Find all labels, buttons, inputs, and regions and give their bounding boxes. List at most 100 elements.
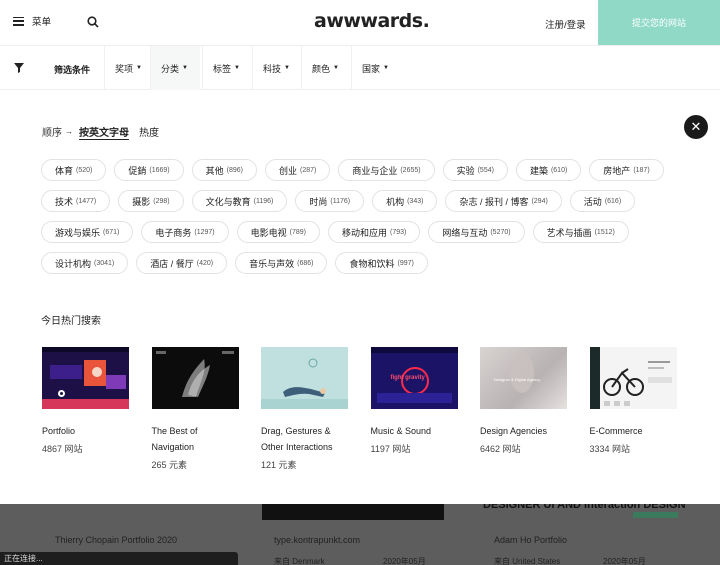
category-tag[interactable]: 杂志 / 报刊 / 博客 (294) — [445, 190, 562, 212]
hot-card-navigation[interactable]: The Best of Navigation 265 元素 — [151, 347, 239, 471]
category-tag[interactable]: 音乐与声效 (686) — [235, 252, 328, 274]
category-tag[interactable]: 摄影 (298) — [118, 190, 184, 212]
category-tags: 体育 (520) 促銷 (1669) 其他 (896) 创业 (287) 商业与企业 (2655)… — [41, 159, 691, 283]
category-tag[interactable]: 电子商务 (1297) — [141, 221, 229, 243]
background-item-title: Thierry Chopain Portfolio 2020 — [55, 535, 178, 545]
caret-down-icon: ▼ — [383, 65, 389, 71]
category-tag-name: 艺术与插画 — [546, 227, 592, 238]
submit-site-button[interactable]: 提交您的网站 — [598, 0, 720, 45]
tab-label: 颜色 — [312, 63, 331, 74]
tab-countries[interactable]: 国家 ▼ — [351, 46, 399, 90]
tab-tags[interactable]: 标签 ▼ — [202, 46, 250, 90]
category-tag-name: 设计机构 — [55, 258, 92, 269]
category-tag-name: 活动 — [583, 196, 602, 207]
arrow-right-icon: → — [65, 127, 73, 136]
hot-card-ecommerce[interactable]: E-Commerce 3334 网站 — [589, 347, 677, 471]
category-panel: 顺序 → 按英文字母 热度 ✕ 体育 (520) 促銷 (1669) 其他 (896) 创业… — [0, 90, 720, 504]
close-icon[interactable]: ✕ — [684, 115, 708, 139]
category-tag[interactable]: 设计机构 (3041) — [41, 252, 129, 274]
category-tag-count: (997) — [397, 259, 414, 267]
tab-colors[interactable]: 颜色 ▼ — [301, 46, 349, 90]
tab-categories[interactable]: 分类 ▼ — [150, 46, 200, 90]
category-tag[interactable]: 时尚 (1176) — [295, 190, 365, 212]
category-tag-name: 创业 — [278, 165, 297, 176]
category-tag-name: 摄影 — [132, 196, 151, 207]
login-link[interactable]: 注册/登录 — [545, 17, 586, 31]
card-title: E-Commerce — [589, 426, 643, 436]
category-tag-count: (287) — [299, 166, 317, 174]
category-tag[interactable]: 电影电视 (789) — [236, 221, 320, 243]
category-tag-count: (343) — [407, 197, 424, 205]
thumbnail-portfolio — [42, 347, 129, 409]
hot-card-interactions[interactable]: Drag, Gestures & Other Interactions 121 … — [261, 347, 348, 471]
thumb-text: fight gravity — [390, 375, 425, 381]
sort-popularity[interactable]: 热度 — [139, 124, 159, 139]
category-tag[interactable]: 食物和饮料 (997) — [335, 252, 428, 274]
category-tag[interactable]: 创业 (287) — [264, 159, 331, 181]
category-tag-name: 游戏与娱乐 — [55, 227, 101, 238]
filter-title: 筛选条件 — [54, 65, 91, 75]
category-tag[interactable]: 体育 (520) — [41, 159, 107, 181]
category-tag-name: 实验 — [456, 165, 475, 176]
caret-down-icon: ▼ — [234, 65, 240, 71]
category-tag[interactable]: 实验 (554) — [442, 159, 508, 181]
tab-label: 标签 — [213, 63, 232, 74]
sort-row: 顺序 → 按英文字母 热度 — [42, 124, 169, 139]
caret-down-icon: ▼ — [136, 65, 142, 71]
hot-card-agencies[interactable]: Designer & Digital Agency Design Agencie… — [480, 347, 567, 471]
category-tag-count: (1477) — [76, 197, 97, 205]
filter-icon[interactable] — [13, 62, 25, 74]
category-tag-count: (1512) — [594, 228, 615, 236]
category-tag[interactable]: 活动 (616) — [569, 190, 636, 212]
category-tag[interactable]: 商业与企业 (2655) — [338, 159, 435, 181]
category-tag-count: (294) — [531, 197, 548, 205]
card-count: 6462 网站 — [480, 444, 521, 454]
card-count: 1197 网站 — [370, 444, 411, 454]
category-tag-name: 其他 — [205, 165, 224, 176]
tab-label: 分类 — [161, 63, 180, 74]
category-tag[interactable]: 游戏与娱乐 (671) — [41, 221, 134, 243]
category-tag-name: 文化与教育 — [205, 196, 251, 207]
thumbnail-agencies: Designer & Digital Agency — [480, 347, 567, 409]
category-tag[interactable]: 网络与互动 (5270) — [428, 221, 525, 243]
category-tag-count: (686) — [297, 259, 314, 267]
category-tag-name: 杂志 / 报刊 / 博客 — [459, 196, 529, 207]
card-title: The Best of Navigation — [151, 426, 198, 452]
tag-row: 游戏与娱乐 (671) 电子商务 (1297) 电影电视 (789) 移动和应用 (793) 网… — [41, 221, 691, 243]
category-tag[interactable]: 机构 (343) — [372, 190, 438, 212]
background-item-title: type.kontrapunkt.com — [274, 535, 361, 545]
category-tag-count: (420) — [196, 259, 214, 267]
tag-row: 设计机构 (3041) 酒店 / 餐厅 (420) 音乐与声效 (686) 食物和饮料 (99… — [41, 252, 691, 274]
tab-technology[interactable]: 科技 ▼ — [252, 46, 300, 90]
category-tag-name: 酒店 / 餐厅 — [150, 258, 194, 269]
category-tag-name: 房地产 — [603, 165, 631, 176]
sort-alphabetical[interactable]: 按英文字母 — [79, 124, 129, 139]
category-tag-count: (298) — [153, 197, 170, 205]
category-tag[interactable]: 移动和应用 (793) — [327, 221, 421, 243]
category-tag[interactable]: 技术 (1477) — [41, 190, 111, 212]
category-tag[interactable]: 促銷 (1669) — [114, 159, 184, 181]
category-tag[interactable]: 房地产 (187) — [589, 159, 664, 181]
category-tag-name: 电影电视 — [250, 227, 287, 238]
category-tag-name: 技术 — [55, 196, 74, 207]
search-icon[interactable] — [87, 16, 99, 28]
category-tag-count: (1297) — [194, 228, 215, 236]
category-tag-count: (5270) — [490, 228, 511, 236]
tab-label: 科技 — [263, 63, 282, 74]
tab-label: 奖项 — [115, 63, 134, 74]
awwwards-logo[interactable]: awwwards. — [314, 10, 430, 32]
menu-button[interactable]: 菜单 — [13, 14, 51, 28]
tab-awards[interactable]: 奖项 ▼ — [104, 46, 152, 90]
background-accent — [633, 512, 678, 518]
category-tag-name: 促銷 — [128, 165, 147, 176]
category-tag[interactable]: 其他 (896) — [191, 159, 257, 181]
hot-card-music[interactable]: fight gravity Music & Sound 1197 网站 — [370, 347, 458, 471]
category-tag[interactable]: 艺术与插画 (1512) — [532, 221, 629, 243]
hot-card-portfolio[interactable]: Portfolio 4867 网站 — [42, 347, 129, 471]
category-tag[interactable]: 文化与教育 (1196) — [191, 190, 288, 212]
category-tag-count: (554) — [477, 166, 494, 174]
category-tag[interactable]: 建築 (610) — [515, 159, 582, 181]
category-tag-count: (1669) — [149, 166, 170, 174]
category-tag-count: (671) — [103, 228, 120, 236]
category-tag[interactable]: 酒店 / 餐厅 (420) — [136, 252, 228, 274]
